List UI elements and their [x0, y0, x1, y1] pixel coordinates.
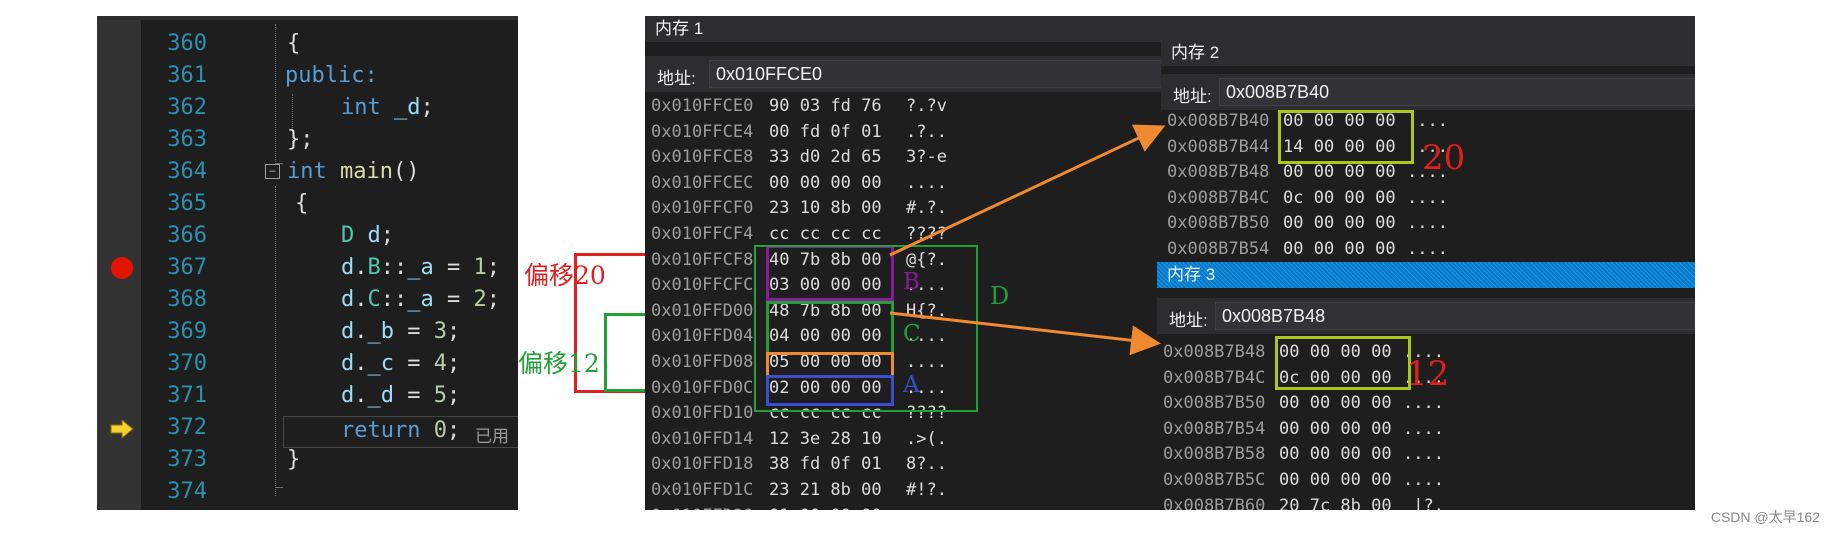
annotation-arrows — [889, 124, 1166, 356]
arrow-to-memory3 — [889, 311, 1161, 356]
watermark: CSDN @太早162 — [1710, 509, 1820, 525]
arrow-to-memory2 — [889, 124, 1166, 257]
